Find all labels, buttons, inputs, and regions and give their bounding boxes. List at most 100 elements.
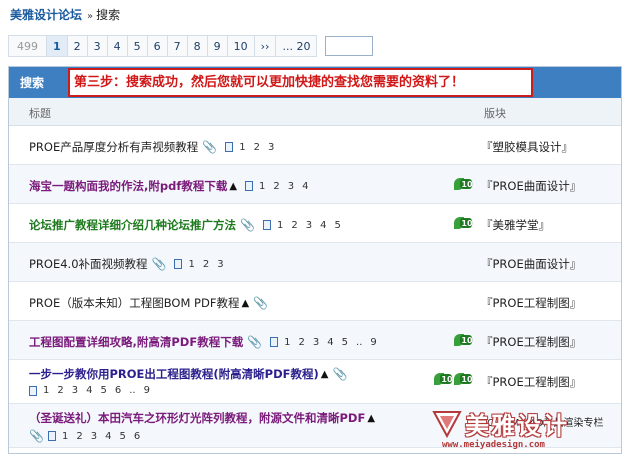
page-jump-input[interactable] [325, 36, 374, 56]
breadcrumb-site-link[interactable]: 美雅设计论坛 [10, 8, 82, 22]
thread-page-link[interactable]: 3 [313, 337, 319, 348]
search-results-table: 搜索 第三步：搜索成功，然后您就可以更加快捷的查找您需要的资料了！ 标题 版块 … [8, 66, 622, 454]
thread-page-link[interactable]: 2 [57, 385, 63, 396]
page-link-2[interactable]: 2 [66, 35, 87, 57]
thread-page-link[interactable]: 1 [259, 181, 265, 192]
thread-page-link[interactable]: 3 [217, 259, 223, 270]
attachment-icon: 📎 [253, 296, 269, 310]
triangle-icon: ▲ [320, 368, 329, 380]
thread-title-link[interactable]: 一步一步教你用PROE出工程图教程(附高清晰PDF教程) [29, 366, 319, 382]
page-next-button[interactable]: ›› [253, 35, 276, 57]
thread-page-link[interactable]: 1 [277, 220, 283, 231]
thread-title-link[interactable]: （圣诞送礼）本田汽车之环形灯光阵列教程，附源文件和清晰PDF [29, 410, 365, 426]
page-link-6[interactable]: 6 [146, 35, 167, 57]
page-link-3[interactable]: 3 [86, 35, 107, 57]
thread-page-link[interactable]: 2 [299, 337, 305, 348]
pagination: 499 1 2 3 4 5 6 7 8 9 10 ›› ... 20 [8, 35, 374, 57]
thread-page-link[interactable]: 4 [86, 385, 92, 396]
thread-title-link[interactable]: PROE4.0补面视频教程 [29, 256, 148, 272]
multipage-icon [47, 431, 56, 441]
attachment-icon: 📎 [29, 429, 44, 443]
thread-title-link[interactable]: 海宝一题构面我的作法,附pdf教程下载 [29, 178, 227, 194]
breadcrumb-separator: » [87, 11, 94, 22]
multipage-icon [245, 181, 254, 191]
multipage-icon [270, 337, 279, 347]
thread-page-link[interactable]: 3 [306, 220, 312, 231]
breadcrumb-current: 搜索 [96, 8, 121, 22]
thread-page-link[interactable]: 5 [334, 220, 340, 231]
multipage-icon [29, 385, 37, 396]
multipage-icon [225, 142, 234, 152]
thread-page-link[interactable]: 3 [91, 431, 97, 442]
thread-page-link[interactable]: 2 [273, 181, 279, 192]
page-last-link[interactable]: ... 20 [275, 35, 318, 57]
page-link-10[interactable]: 10 [226, 35, 254, 57]
page-link-8[interactable]: 8 [186, 35, 207, 57]
thread-page-link[interactable]: 1 [239, 142, 245, 153]
thread-title-link[interactable]: 工程图配置详细攻略,附高清PDF教程下载 [29, 334, 243, 350]
thread-page-link[interactable]: 5 [342, 337, 348, 348]
board-link[interactable]: 『PROE工程制图』 [481, 374, 581, 390]
attachment-icon: 📎 [151, 257, 167, 271]
thread-page-link[interactable]: 2 [76, 431, 82, 442]
table-row: 海宝一题构面我的作法,附pdf教程下载 ▲ 1 2 3 4 10 『PROE曲面… [9, 165, 621, 204]
thread-page-link[interactable]: 3 [268, 142, 274, 153]
thread-pages: 1 2 3 4 5 [262, 220, 349, 231]
triangle-icon: ▲ [229, 180, 238, 192]
thread-page-ellipsis: .. [129, 385, 136, 396]
thread-page-link[interactable]: 9 [370, 337, 376, 348]
thread-page-link[interactable]: 3 [72, 385, 78, 396]
breadcrumb: 美雅设计论坛 » 搜索 [10, 6, 120, 23]
watermark-url: www.meiyadesign.com [442, 440, 545, 450]
attachment-icon: 📎 [247, 335, 263, 349]
multipage-icon [262, 220, 271, 230]
thread-page-link[interactable]: 6 [134, 431, 140, 442]
thread-page-link[interactable]: 2 [291, 220, 297, 231]
board-link[interactable]: 『PROE曲面设计』 [481, 256, 581, 272]
rating-badge-icon: 10 [454, 333, 473, 347]
thread-page-link[interactable]: 4 [302, 181, 308, 192]
thread-title-link[interactable]: 论坛推广教程详细介绍几种论坛推广方法 [29, 217, 236, 233]
thread-title-link[interactable]: PROE（版本未知）工程图BOM PDF教程 [29, 295, 239, 311]
thread-page-link[interactable]: 2 [203, 259, 209, 270]
thread-page-link[interactable]: 5 [101, 385, 107, 396]
site-watermark: 美雅设计 www.meiyadesign.com [432, 405, 622, 454]
thread-pages: 1 2 3 4 5 6 .. 9 [29, 385, 158, 396]
table-row: PROE（版本未知）工程图BOM PDF教程 ▲ 📎 『PROE工程制图』 [9, 282, 621, 321]
attachment-icon: 📎 [240, 218, 255, 232]
thread-pages: 📎 1 2 3 4 5 6 [29, 429, 148, 443]
board-link[interactable]: 『PROE工程制图』 [481, 334, 581, 350]
thread-page-link[interactable]: 1 [284, 337, 290, 348]
column-header-title: 标题 [29, 107, 51, 120]
page-link-7[interactable]: 7 [166, 35, 187, 57]
thread-page-link[interactable]: 5 [119, 431, 125, 442]
thread-page-link[interactable]: 1 [43, 385, 49, 396]
logo-icon [432, 411, 462, 438]
thread-page-link[interactable]: 9 [144, 385, 150, 396]
thread-page-link[interactable]: 6 [115, 385, 121, 396]
thread-title-link[interactable]: PROE产品厚度分析有声视频教程 [29, 139, 198, 155]
thread-pages: 1 2 3 4 [245, 181, 317, 192]
thread-pages: 1 2 3 [225, 142, 282, 153]
board-link[interactable]: 『PROE曲面设计』 [481, 178, 581, 194]
table-header-title: 搜索 [20, 76, 45, 90]
attachment-icon: 📎 [202, 140, 218, 154]
board-link[interactable]: 『美雅学堂』 [481, 217, 550, 233]
table-row: 一步一步教你用PROE出工程图教程(附高清晰PDF教程) ▲ 📎 1 2 3 4… [9, 360, 621, 404]
table-row: 工程图配置详细攻略,附高清PDF教程下载 📎 1 2 3 4 5 .. 9 10… [9, 321, 621, 360]
thread-page-link[interactable]: 4 [320, 220, 326, 231]
page-link-4[interactable]: 4 [106, 35, 127, 57]
thread-page-link[interactable]: 3 [288, 181, 294, 192]
board-link[interactable]: 『塑胶模具设计』 [481, 139, 573, 155]
thread-page-link[interactable]: 4 [105, 431, 111, 442]
page-link-9[interactable]: 9 [206, 35, 227, 57]
thread-pages: 1 2 3 4 5 .. 9 [270, 337, 385, 348]
thread-page-link[interactable]: 2 [254, 142, 260, 153]
thread-page-link[interactable]: 1 [188, 259, 194, 270]
page-link-5[interactable]: 5 [126, 35, 147, 57]
column-header-board: 版块 [484, 107, 506, 120]
page-link-1[interactable]: 1 [46, 35, 67, 57]
thread-page-link[interactable]: 4 [327, 337, 333, 348]
board-link[interactable]: 『PROE工程制图』 [481, 295, 581, 311]
thread-page-link[interactable]: 1 [62, 431, 68, 442]
